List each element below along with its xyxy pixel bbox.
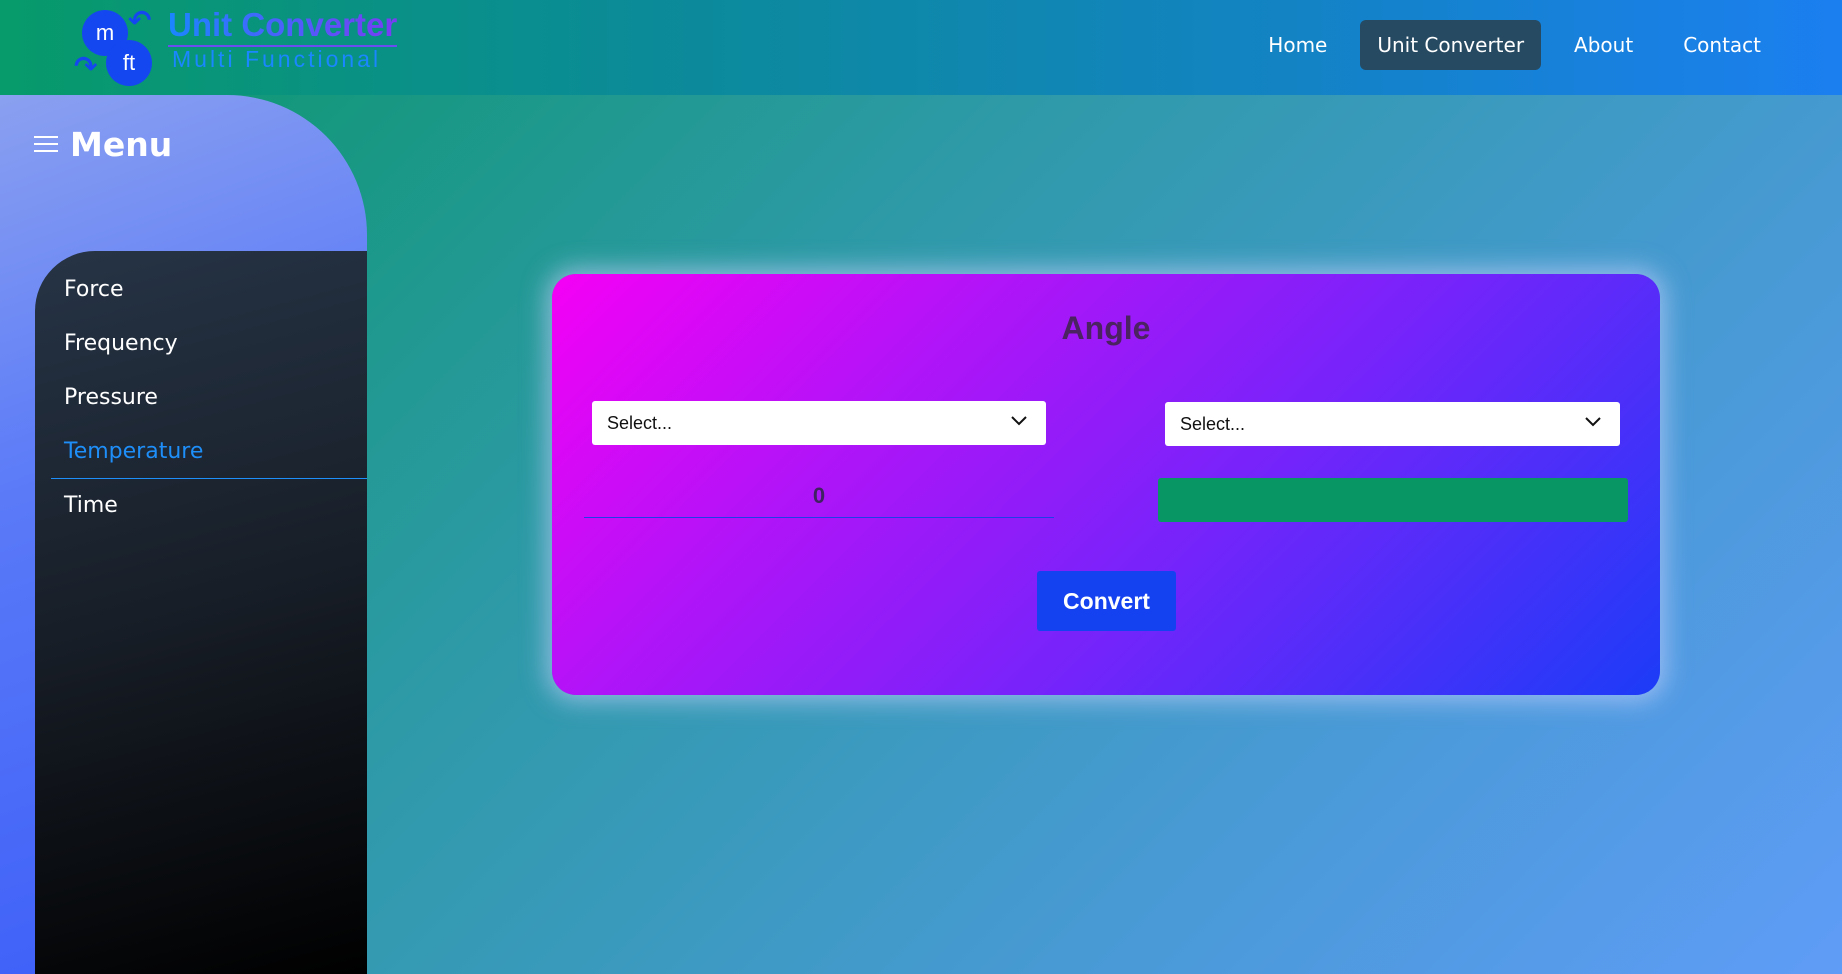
refresh-arrow-icon: ↷ (74, 50, 98, 83)
sidebar-item-temperature[interactable]: Temperature (51, 425, 367, 479)
nav-contact[interactable]: Contact (1666, 20, 1778, 70)
chevron-down-icon (1011, 416, 1027, 426)
value-input[interactable]: 0 (584, 474, 1054, 518)
nav-home[interactable]: Home (1251, 20, 1344, 70)
menu-title: Menu (70, 125, 173, 164)
logo-circle-ft: ft (106, 40, 152, 86)
chevron-down-icon (1585, 417, 1601, 427)
sidebar-item-force[interactable]: Force (51, 263, 367, 317)
sidebar-item-pressure[interactable]: Pressure (51, 371, 367, 425)
sidebar-item-time[interactable]: Time (51, 479, 367, 533)
nav-links: Home Unit Converter About Contact (1235, 20, 1778, 70)
converter-card: Angle Select... Select... 0 Convert (552, 274, 1660, 695)
converter-title: Angle (1061, 310, 1151, 346)
to-unit-value: Select... (1180, 413, 1246, 434)
logo[interactable]: ↶ ↷ m ft Unit Converter Multi Functional (74, 4, 416, 86)
logo-title: Unit Converter (168, 6, 398, 47)
sidebar-item-frequency[interactable]: Frequency (51, 317, 367, 371)
refresh-arrow-icon: ↶ (128, 4, 152, 37)
top-navbar: ↶ ↷ m ft Unit Converter Multi Functional… (0, 0, 1842, 95)
nav-about[interactable]: About (1557, 20, 1650, 70)
logo-subtitle: Multi Functional (172, 46, 382, 72)
menu-toggle[interactable]: Menu (34, 125, 172, 164)
convert-button[interactable]: Convert (1037, 571, 1176, 631)
nav-unit-converter[interactable]: Unit Converter (1360, 20, 1542, 70)
from-unit-select[interactable]: Select... (592, 401, 1046, 445)
from-unit-value: Select... (607, 412, 673, 433)
to-unit-select[interactable]: Select... (1165, 402, 1620, 446)
result-field (1158, 478, 1628, 522)
menu-panel: Force Frequency Pressure Temperature Tim… (35, 251, 367, 974)
hamburger-icon (34, 135, 58, 154)
sidebar: Menu Force Frequency Pressure Temperatur… (0, 95, 367, 974)
